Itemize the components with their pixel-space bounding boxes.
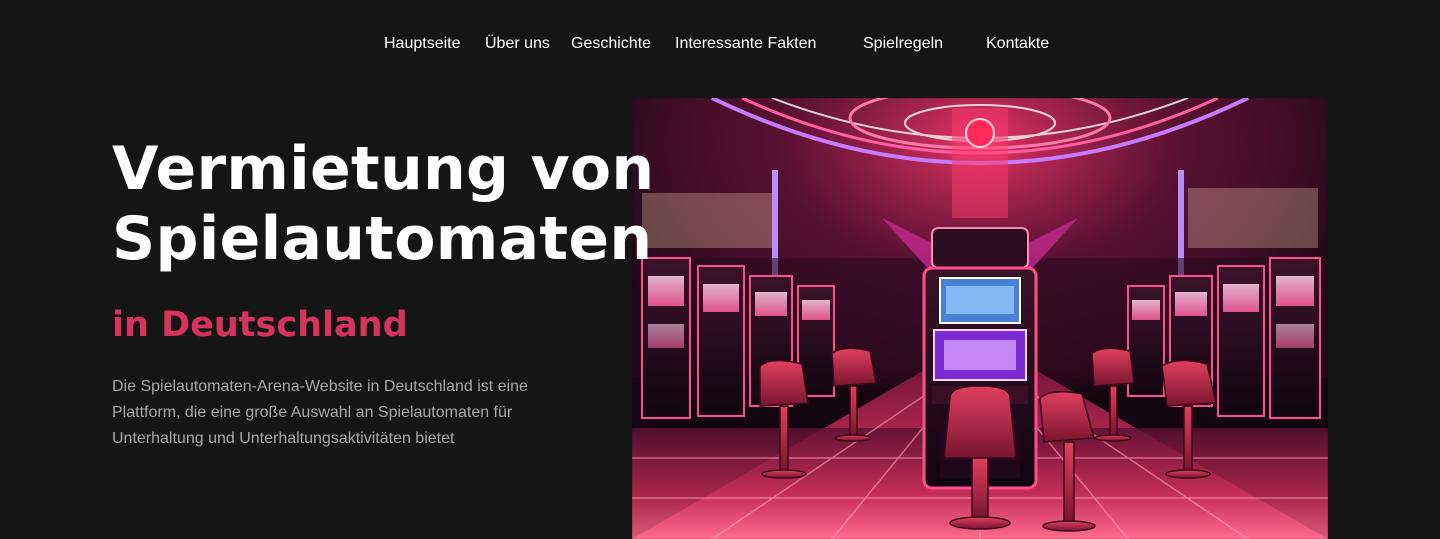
hero-description: Die Spielautomaten-Arena-Website in Deut… <box>112 378 528 447</box>
nav-link-geschichte[interactable]: Geschichte <box>571 33 651 55</box>
hero-title-line-1: Vermietung von <box>112 134 655 204</box>
page: Hauptseite Über uns Geschichte Interessa… <box>0 0 1440 539</box>
main-nav: Hauptseite Über uns Geschichte Interessa… <box>0 33 1440 55</box>
hero-image <box>632 98 1328 539</box>
casino-illustration <box>632 98 1328 539</box>
hero-title: Vermietung von Spielautomaten <box>112 134 654 274</box>
nav-link-spielregeln[interactable]: Spielregeln <box>863 33 943 55</box>
hero-subtitle: in Deutschland <box>112 305 408 345</box>
nav-link-kontakte[interactable]: Kontakte <box>986 33 1049 55</box>
nav-link-hauptseite[interactable]: Hauptseite <box>384 33 461 55</box>
hero-title-line-2: Spielautomaten <box>112 204 653 274</box>
nav-link-interessante-fakten[interactable]: Interessante Fakten <box>675 33 816 55</box>
nav-link-ueber-uns[interactable]: Über uns <box>485 33 550 55</box>
